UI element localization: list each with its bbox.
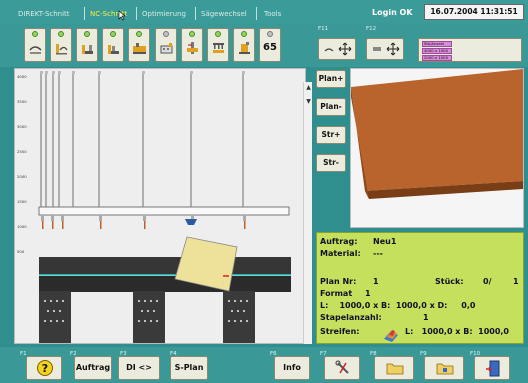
table-air-button[interactable]	[155, 28, 177, 62]
status-led	[241, 31, 247, 37]
saw-icon	[29, 46, 42, 54]
auftrag-value: Neu1	[373, 237, 397, 246]
legend-box: Stk/Anzahl 4000 x 1000 2000 x 1000	[418, 38, 522, 62]
datetime-display: 16.07.2004 11:31:51	[424, 4, 524, 20]
status-led	[215, 31, 221, 37]
wrench-icon	[335, 360, 349, 374]
f11-saw-position-button[interactable]	[318, 38, 356, 60]
strip-plus-button[interactable]: Str+	[316, 126, 346, 144]
clamp-open-button[interactable]	[76, 28, 98, 62]
tab-separator	[195, 7, 196, 20]
saw-cut-icon	[56, 44, 68, 55]
press-beam-button[interactable]	[207, 28, 229, 62]
stapelanzahl-value: 1	[423, 313, 429, 322]
s-plan-button[interactable]: S-Plan	[170, 356, 208, 380]
tab-saegewechsel[interactable]: Sägewechsel	[199, 7, 249, 21]
info-button[interactable]: Info	[274, 356, 310, 380]
streifen-dimensions: L: 1000,0 x B: 1000,0	[405, 327, 509, 336]
pusher-button[interactable]	[128, 28, 150, 62]
tab-optimierung[interactable]: Optimierung	[140, 7, 188, 21]
status-led	[32, 31, 38, 37]
plan-plus-button[interactable]: Plan+	[316, 70, 346, 88]
status-led	[84, 31, 90, 37]
counter-value: 65	[263, 42, 277, 53]
status-led	[110, 31, 116, 37]
legend-entry: Stk/Anzahl	[422, 41, 452, 47]
dimensions-line: L: 1000,0 x B: 1000,0 x D: 0,0	[320, 301, 476, 310]
svg-text:?: ?	[42, 362, 48, 375]
strip-stack-icon	[384, 330, 398, 342]
clamp-icon	[108, 45, 119, 54]
pusher-move-icon	[373, 42, 400, 56]
saw-start-button[interactable]	[50, 28, 72, 62]
help-button[interactable]: ?	[26, 356, 62, 380]
login-status: Login OK	[372, 8, 413, 17]
tab-separator	[256, 7, 257, 20]
alignment-button[interactable]	[181, 28, 203, 62]
order-info-panel: Auftrag: Neu1 Material: --- Plan Nr: 1 S…	[316, 232, 524, 344]
tools-button[interactable]	[324, 356, 360, 380]
press-beam-icon	[213, 43, 224, 53]
side-pressure-icon	[239, 42, 250, 54]
help-icon: ?	[37, 360, 53, 376]
counter-button[interactable]: 65	[259, 28, 281, 62]
strip-minus-button[interactable]: Str-	[316, 154, 346, 172]
pusher-icon	[133, 43, 146, 54]
air-table-icon	[160, 43, 173, 54]
folder-icon	[386, 363, 404, 375]
tab-direkt-schnitt[interactable]: DIREKT-Schnitt	[16, 7, 72, 21]
stueck-value: 0/	[483, 277, 492, 286]
stueck-label: Stück:	[435, 277, 464, 286]
format-label: Format	[320, 289, 353, 298]
format-value: 1	[365, 289, 371, 298]
exit-button[interactable]	[474, 356, 510, 380]
f12-label: F12	[366, 26, 377, 32]
saw-move-icon	[324, 42, 352, 56]
saw-home-button[interactable]	[24, 28, 46, 62]
status-led	[163, 31, 169, 37]
plan-nr-value: 1	[373, 277, 379, 286]
di-nc-button[interactable]: DI <> NC	[118, 356, 160, 380]
legend-entry: 4000 x 1000	[422, 48, 452, 54]
save-file-button[interactable]	[424, 356, 464, 380]
status-led	[189, 31, 195, 37]
auftrag-button[interactable]: Auftrag	[74, 356, 112, 380]
tab-separator	[136, 7, 137, 20]
scroll-up-icon[interactable]: ▲	[305, 84, 312, 91]
stapelanzahl-label: Stapelanzahl:	[320, 313, 382, 322]
plan-nr-label: Plan Nr:	[320, 277, 357, 286]
clamp-icon	[82, 45, 93, 54]
f11-label: F11	[318, 26, 329, 32]
legend-entry: 2000 x 1000	[422, 55, 452, 61]
streifen-label: Streifen:	[320, 327, 360, 336]
folder-save-icon	[436, 363, 454, 375]
vertical-scrollbar[interactable]: ▲ ▼	[303, 82, 312, 344]
scroll-down-icon[interactable]: ▼	[305, 98, 312, 105]
board-preview-drawing	[351, 69, 523, 199]
material-label: Material:	[320, 249, 361, 258]
mouse-cursor-icon	[118, 10, 126, 21]
alignment-icon	[187, 42, 198, 54]
stueck-total: 1	[513, 277, 519, 286]
machine-drawing	[38, 71, 291, 343]
side-pressure-button[interactable]	[233, 28, 255, 62]
material-value: ---	[373, 249, 383, 258]
f12-pusher-position-button[interactable]	[366, 38, 404, 60]
tab-tools[interactable]: Tools	[262, 7, 283, 21]
exit-door-icon	[486, 360, 500, 377]
clamp-close-button[interactable]	[102, 28, 124, 62]
tab-separator	[84, 7, 85, 20]
status-led	[136, 31, 142, 37]
open-file-button[interactable]	[374, 356, 414, 380]
status-led	[58, 31, 64, 37]
plan-minus-button[interactable]: Plan-	[316, 98, 346, 116]
board-preview	[350, 68, 524, 228]
auftrag-label: Auftrag:	[320, 237, 358, 246]
status-led	[267, 31, 273, 37]
cutting-plan-view[interactable]: 4000 3500 3000 2500 2000 1500 1000 500	[14, 68, 306, 344]
